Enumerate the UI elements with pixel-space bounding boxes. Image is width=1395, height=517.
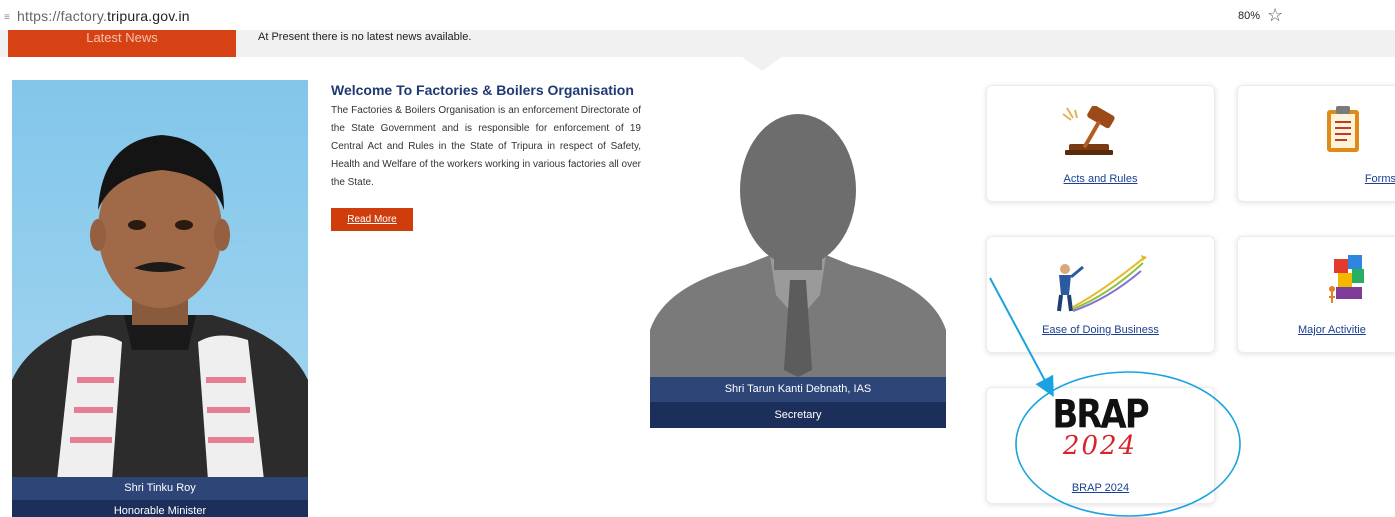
clipboard-icon <box>1327 106 1359 152</box>
growth-chart-icon <box>1057 255 1147 312</box>
zoom-level[interactable]: 80% <box>1238 10 1260 22</box>
read-more-button[interactable]: Read More <box>331 208 413 231</box>
card-brap-2024[interactable]: BRAP 2024 BRAP 2024 <box>986 387 1215 504</box>
secretary-title: Secretary <box>650 402 946 428</box>
url-text[interactable]: https://factory.tripura.gov.in <box>17 8 190 24</box>
card-forms[interactable]: Forms <box>1237 85 1395 202</box>
news-notch <box>742 57 782 71</box>
brap-2024-link[interactable]: BRAP 2024 <box>987 482 1214 494</box>
card-acts-and-rules[interactable]: Acts and Rules <box>986 85 1215 202</box>
puzzle-icon <box>1329 255 1364 303</box>
minister-photo-card: Shri Tinku Roy Honorable Minister <box>12 80 308 517</box>
avatar-silhouette-icon <box>650 80 946 377</box>
forms-link[interactable]: Forms <box>1266 173 1395 185</box>
secretary-photo-card: Shri Tarun Kanti Debnath, IAS Secretary <box>650 80 946 428</box>
minister-name: Shri Tinku Roy <box>12 477 308 500</box>
news-text: At Present there is no latest news avail… <box>258 31 472 43</box>
browser-address-bar[interactable]: ≡ https://factory.tripura.gov.in 80% ☆ <box>0 0 1395 34</box>
star-icon[interactable]: ☆ <box>1267 5 1283 26</box>
welcome-heading: Welcome To Factories & Boilers Organisat… <box>331 82 634 98</box>
minister-portrait <box>12 135 308 480</box>
secretary-name: Shri Tarun Kanti Debnath, IAS <box>650 377 946 402</box>
card-ease-of-doing-business[interactable]: Ease of Doing Business <box>986 236 1215 353</box>
welcome-body: The Factories & Boilers Organisation is … <box>331 105 641 188</box>
brap-logo: BRAP 2024 <box>1045 392 1155 460</box>
acts-and-rules-link[interactable]: Acts and Rules <box>987 173 1214 185</box>
site-info-icon[interactable]: ≡ <box>4 12 10 23</box>
minister-title: Honorable Minister <box>12 500 308 517</box>
major-activities-link[interactable]: Major Activitie <box>1298 324 1395 336</box>
ease-of-doing-business-link[interactable]: Ease of Doing Business <box>987 324 1214 336</box>
card-major-activities[interactable]: Major Activitie <box>1237 236 1395 353</box>
gavel-icon <box>1062 106 1115 155</box>
latest-news-label: Latest News <box>8 30 236 57</box>
welcome-section: Welcome To Factories & Boilers Organisat… <box>331 82 641 192</box>
brap-logo-text: BRAP <box>1052 392 1149 438</box>
